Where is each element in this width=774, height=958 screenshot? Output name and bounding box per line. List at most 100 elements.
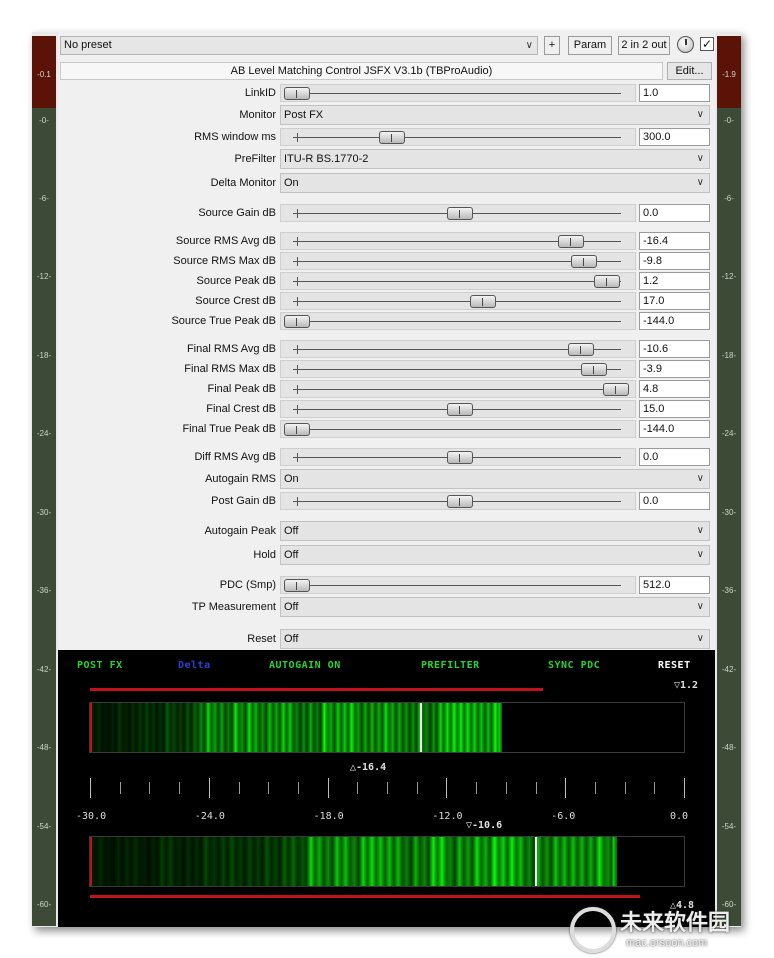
- value-field-final-peak[interactable]: 4.8: [639, 380, 710, 398]
- dropdown-value: Post FX: [284, 109, 324, 121]
- wet-knob-icon[interactable]: [677, 36, 694, 53]
- slider-final-true-peak[interactable]: [280, 420, 636, 438]
- slider-post-gain[interactable]: [280, 492, 636, 510]
- param-label-delta-monitor: Delta Monitor: [210, 177, 276, 189]
- slider-thumb[interactable]: [284, 423, 310, 436]
- status-reset: RESET: [658, 660, 691, 671]
- value-field-final-rms-max[interactable]: -3.9: [639, 360, 710, 378]
- slider-source-rms-max[interactable]: [280, 252, 636, 270]
- slider-final-rms-max[interactable]: [280, 360, 636, 378]
- slider-thumb[interactable]: [447, 207, 473, 220]
- slider-start-tick: [297, 385, 298, 394]
- dropdown-tp-measurement[interactable]: Off ∨: [280, 597, 710, 617]
- slider-source-gain[interactable]: [280, 204, 636, 222]
- value-field-final-crest[interactable]: 15.0: [639, 400, 710, 418]
- slider-thumb[interactable]: [447, 495, 473, 508]
- dropdown-delta-monitor[interactable]: On ∨: [280, 173, 710, 193]
- left-meter-tick: -12-: [36, 272, 52, 281]
- slider-thumb[interactable]: [447, 403, 473, 416]
- param-row-source-rms-max: Source RMS Max dB -9.8: [58, 252, 715, 270]
- slider-thumb[interactable]: [570, 255, 597, 268]
- slider-start-tick: [297, 277, 298, 286]
- value-field-source-rms-max[interactable]: -9.8: [639, 252, 710, 270]
- slider-start-tick: [297, 237, 298, 246]
- add-preset-button[interactable]: +: [544, 36, 560, 55]
- slider-thumb[interactable]: [284, 315, 310, 328]
- value-field-source-rms-avg[interactable]: -16.4: [639, 232, 710, 250]
- dropdown-monitor[interactable]: Post FX ∨: [280, 105, 710, 125]
- chevron-down-icon: ∨: [696, 633, 704, 644]
- right-meter-tick: -36-: [721, 586, 737, 595]
- slider-final-rms-avg[interactable]: [280, 340, 636, 358]
- slider-source-true-peak[interactable]: [280, 312, 636, 330]
- io-routing-button[interactable]: 2 in 2 out: [618, 36, 670, 55]
- value-field-source-true-peak[interactable]: -144.0: [639, 312, 710, 330]
- value-field-final-true-peak[interactable]: -144.0: [639, 420, 710, 438]
- slider-thumb[interactable]: [580, 363, 607, 376]
- slider-thumb[interactable]: [469, 295, 496, 308]
- param-row-rms-window: RMS window ms 300.0: [58, 128, 715, 146]
- slider-rms-window[interactable]: [280, 128, 636, 146]
- right-level-meter: -1.9 -0- -6- -12- -18- -24- -30- -36- -42- -48- -…: [717, 36, 741, 926]
- dropdown-reset[interactable]: Off ∨: [280, 629, 710, 649]
- chevron-down-icon: ∨: [525, 40, 533, 51]
- param-label-monitor: Monitor: [239, 109, 276, 121]
- slider-source-rms-avg[interactable]: [280, 232, 636, 250]
- slider-thumb[interactable]: [284, 87, 310, 100]
- param-row-reset: Reset Off ∨: [58, 629, 715, 649]
- slider-source-crest[interactable]: [280, 292, 636, 310]
- scale-tick: [476, 782, 478, 794]
- dropdown-value: On: [284, 177, 299, 189]
- slider-source-peak[interactable]: [280, 272, 636, 290]
- param-label-linkid: LinkID: [244, 87, 276, 99]
- source-level-fill: [92, 703, 503, 752]
- status-autogain-on: AUTOGAIN ON: [269, 660, 341, 671]
- edit-button[interactable]: Edit...: [667, 62, 712, 80]
- value-field-linkid[interactable]: 1.0: [639, 84, 710, 102]
- param-row-final-true-peak: Final True Peak dB -144.0: [58, 420, 715, 438]
- slider-start-tick: [297, 453, 298, 462]
- value-field-rms-window[interactable]: 300.0: [639, 128, 710, 146]
- slider-final-peak[interactable]: [280, 380, 636, 398]
- slider-linkid[interactable]: [280, 84, 636, 102]
- param-label-tp-measurement: TP Measurement: [191, 601, 276, 613]
- value-field-source-gain[interactable]: 0.0: [639, 204, 710, 222]
- status-delta: Delta: [178, 660, 211, 671]
- slider-thumb[interactable]: [603, 383, 630, 396]
- value-field-final-rms-avg[interactable]: -10.6: [639, 340, 710, 358]
- slider-diff-rms-avg[interactable]: [280, 448, 636, 466]
- dropdown-value: Off: [284, 549, 299, 561]
- status-post-fx: POST FX: [77, 660, 123, 671]
- bypass-checkbox[interactable]: ✓: [700, 37, 714, 51]
- dropdown-hold[interactable]: Off ∨: [280, 545, 710, 565]
- slider-thumb[interactable]: [284, 579, 310, 592]
- value-field-source-peak[interactable]: 1.2: [639, 272, 710, 290]
- preset-select[interactable]: No preset ∨: [60, 36, 538, 55]
- param-row-source-crest: Source Crest dB 17.0: [58, 292, 715, 310]
- dropdown-autogain-rms[interactable]: On ∨: [280, 469, 710, 489]
- slider-thumb[interactable]: [447, 451, 473, 464]
- slider-thumb[interactable]: [567, 343, 594, 356]
- param-label-source-true-peak: Source True Peak dB: [171, 315, 276, 327]
- slider-track: [293, 585, 621, 586]
- slider-start-tick: [297, 133, 298, 142]
- source-peak-indicator: [420, 703, 423, 752]
- value-field-pdc[interactable]: 512.0: [639, 576, 710, 594]
- slider-pdc[interactable]: [280, 576, 636, 594]
- scale-label: -6.0: [551, 811, 576, 822]
- param-row-pdc: PDC (Smp) 512.0: [58, 576, 715, 594]
- chevron-down-icon: ∨: [696, 109, 704, 120]
- slider-thumb[interactable]: [593, 275, 620, 288]
- value-field-post-gain[interactable]: 0.0: [639, 492, 710, 510]
- dropdown-prefilter[interactable]: ITU-R BS.1770-2 ∨: [280, 149, 710, 169]
- scale-tick: [624, 782, 626, 794]
- slider-thumb[interactable]: [378, 131, 405, 144]
- slider-thumb[interactable]: [557, 235, 584, 248]
- dropdown-autogain-peak[interactable]: Off ∨: [280, 521, 710, 541]
- param-row-source-true-peak: Source True Peak dB -144.0: [58, 312, 715, 330]
- value-field-source-crest[interactable]: 17.0: [639, 292, 710, 310]
- param-button[interactable]: Param: [568, 36, 612, 55]
- value-field-diff-rms-avg[interactable]: 0.0: [639, 448, 710, 466]
- slider-final-crest[interactable]: [280, 400, 636, 418]
- left-meter-tick: -36-: [36, 586, 52, 595]
